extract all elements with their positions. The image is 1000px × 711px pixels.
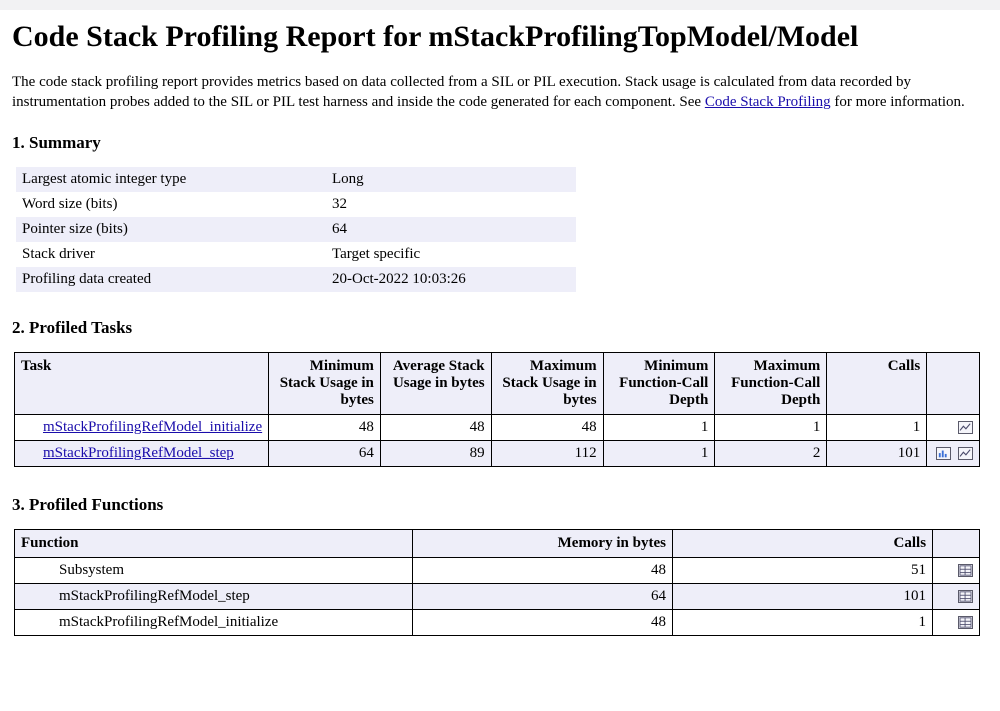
window-chrome-strip: [0, 0, 1000, 10]
col-calls: Calls: [827, 352, 927, 414]
summary-value: Target specific: [326, 242, 576, 267]
table-header-row: Function Memory in bytes Calls: [15, 529, 980, 557]
cell-min-stack: 48: [269, 414, 381, 440]
task-name-cell: mStackProfilingRefModel_initialize: [15, 414, 269, 440]
summary-label: Pointer size (bits): [16, 217, 326, 242]
summary-row: Profiling data created 20-Oct-2022 10:03…: [16, 267, 576, 292]
summary-row: Stack driver Target specific: [16, 242, 576, 267]
cell-actions: [933, 583, 980, 609]
summary-label: Largest atomic integer type: [16, 167, 326, 192]
table-row: mStackProfilingRefModel_step 64 101: [15, 583, 980, 609]
intro-paragraph: The code stack profiling report provides…: [12, 72, 988, 113]
line-chart-icon[interactable]: [958, 447, 973, 460]
cell-actions: [927, 414, 980, 440]
summary-value: 20-Oct-2022 10:03:26: [326, 267, 576, 292]
cell-actions: [927, 440, 980, 466]
cell-actions: [933, 557, 980, 583]
line-chart-icon[interactable]: [958, 421, 973, 434]
cell-max-stack: 112: [491, 440, 603, 466]
col-avg-stack: Average Stack Usage in bytes: [380, 352, 491, 414]
cell-calls: 101: [827, 440, 927, 466]
function-name: mStackProfilingRefModel_step: [15, 583, 413, 609]
section-heading-summary: 1. Summary: [12, 133, 988, 153]
col-max-depth: Maximum Function-Call Depth: [715, 352, 827, 414]
code-stack-profiling-link[interactable]: Code Stack Profiling: [705, 94, 831, 110]
summary-row: Word size (bits) 32: [16, 192, 576, 217]
functions-table: Function Memory in bytes Calls Subsystem…: [14, 529, 980, 636]
cell-actions: [933, 609, 980, 635]
col-calls: Calls: [672, 529, 932, 557]
cell-min-depth: 1: [603, 414, 715, 440]
table-row: mStackProfilingRefModel_initialize 48 1: [15, 609, 980, 635]
cell-memory: 64: [412, 583, 672, 609]
section-heading-functions: 3. Profiled Functions: [12, 495, 988, 515]
summary-row: Largest atomic integer type Long: [16, 167, 576, 192]
col-task: Task: [15, 352, 269, 414]
task-link[interactable]: mStackProfilingRefModel_initialize: [43, 419, 262, 435]
cell-min-depth: 1: [603, 440, 715, 466]
col-min-stack: Minimum Stack Usage in bytes: [269, 352, 381, 414]
col-min-depth: Minimum Function-Call Depth: [603, 352, 715, 414]
table-header-row: Task Minimum Stack Usage in bytes Averag…: [15, 352, 980, 414]
task-link[interactable]: mStackProfilingRefModel_step: [43, 445, 234, 461]
col-function: Function: [15, 529, 413, 557]
task-name-cell: mStackProfilingRefModel_step: [15, 440, 269, 466]
bar-chart-icon[interactable]: [936, 447, 951, 460]
table-icon[interactable]: [958, 590, 973, 603]
cell-min-stack: 64: [269, 440, 381, 466]
col-max-stack: Maximum Stack Usage in bytes: [491, 352, 603, 414]
summary-row: Pointer size (bits) 64: [16, 217, 576, 242]
cell-max-depth: 2: [715, 440, 827, 466]
cell-calls: 101: [672, 583, 932, 609]
summary-value: 32: [326, 192, 576, 217]
report-body: Code Stack Profiling Report for mStackPr…: [0, 20, 1000, 676]
cell-calls: 1: [827, 414, 927, 440]
cell-memory: 48: [412, 609, 672, 635]
summary-value: 64: [326, 217, 576, 242]
table-row: Subsystem 48 51: [15, 557, 980, 583]
table-icon[interactable]: [958, 616, 973, 629]
col-actions: [927, 352, 980, 414]
cell-calls: 51: [672, 557, 932, 583]
col-actions: [933, 529, 980, 557]
table-row: mStackProfilingRefModel_step 64 89 112 1…: [15, 440, 980, 466]
tasks-table: Task Minimum Stack Usage in bytes Averag…: [14, 352, 980, 467]
summary-label: Profiling data created: [16, 267, 326, 292]
function-name: mStackProfilingRefModel_initialize: [15, 609, 413, 635]
cell-avg-stack: 48: [380, 414, 491, 440]
cell-calls: 1: [672, 609, 932, 635]
table-icon[interactable]: [958, 564, 973, 577]
summary-table: Largest atomic integer type Long Word si…: [16, 167, 576, 292]
cell-memory: 48: [412, 557, 672, 583]
cell-avg-stack: 89: [380, 440, 491, 466]
page-title: Code Stack Profiling Report for mStackPr…: [12, 20, 988, 54]
summary-label: Word size (bits): [16, 192, 326, 217]
cell-max-depth: 1: [715, 414, 827, 440]
summary-value: Long: [326, 167, 576, 192]
col-memory: Memory in bytes: [412, 529, 672, 557]
summary-label: Stack driver: [16, 242, 326, 267]
cell-max-stack: 48: [491, 414, 603, 440]
section-heading-tasks: 2. Profiled Tasks: [12, 318, 988, 338]
table-row: mStackProfilingRefModel_initialize 48 48…: [15, 414, 980, 440]
function-name: Subsystem: [15, 557, 413, 583]
intro-text-post: for more information.: [834, 94, 964, 110]
